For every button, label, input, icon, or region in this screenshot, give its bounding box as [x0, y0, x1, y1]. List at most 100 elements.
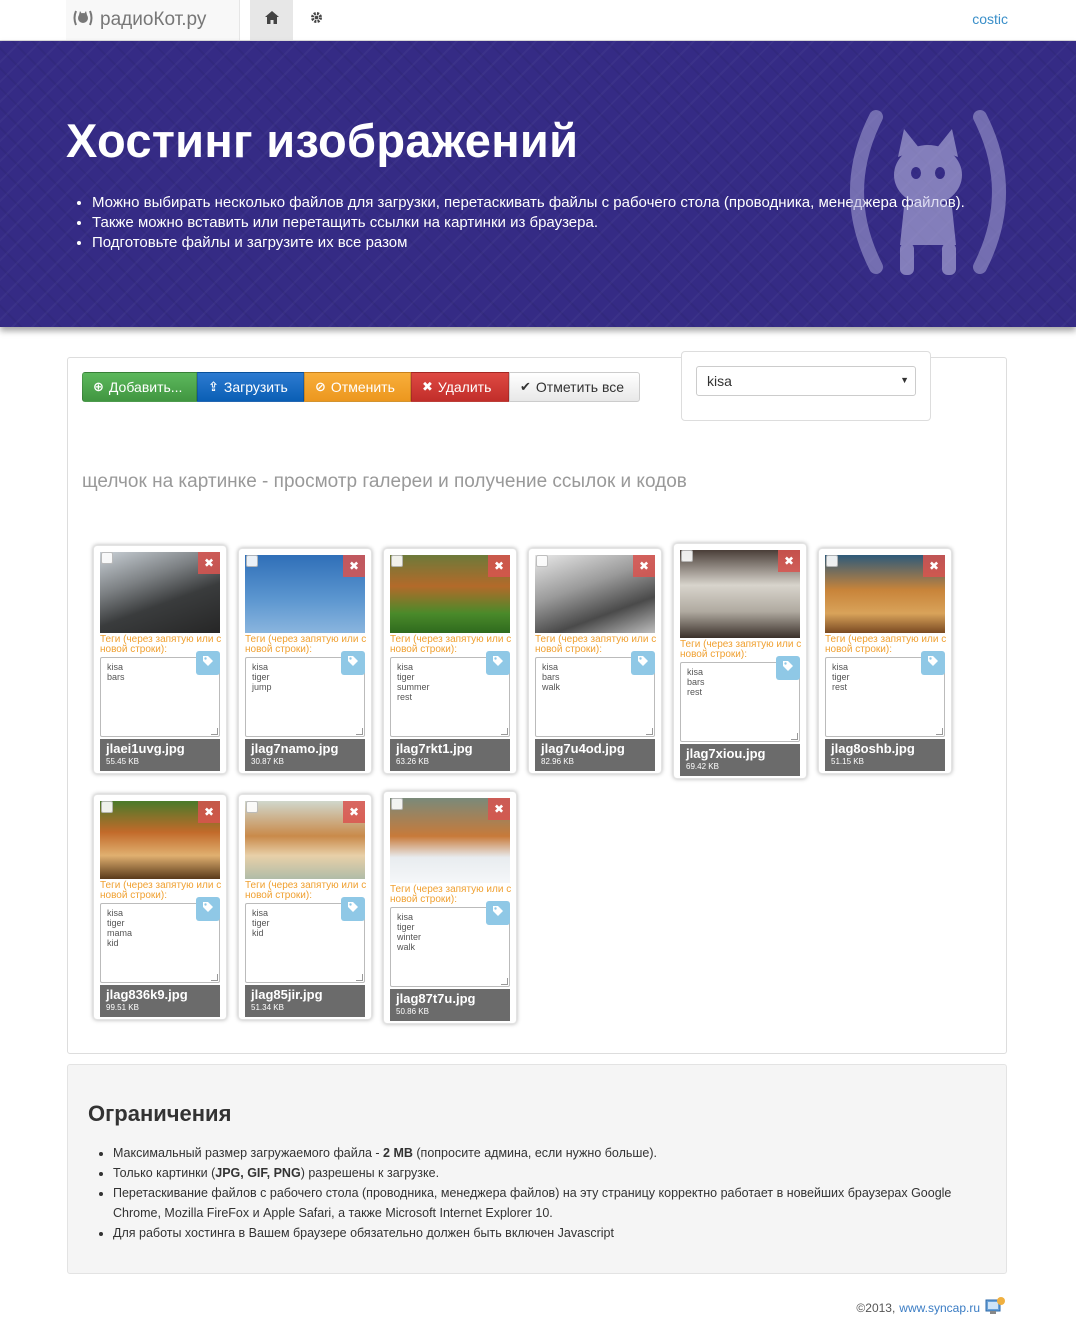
tag-icon [637, 654, 649, 672]
cancel-button[interactable]: ⊘ Отменить [304, 372, 411, 402]
user-link[interactable]: costic [972, 11, 1008, 27]
remove-image-button[interactable]: ✖ [343, 801, 365, 823]
select-checkbox[interactable] [246, 801, 258, 813]
file-name: jlaei1uvg.jpg [106, 741, 185, 756]
select-checkbox[interactable] [681, 550, 693, 562]
gallery-hint: щелчок на картинке - просмотр галереи и … [82, 471, 687, 492]
apply-tags-button[interactable] [341, 651, 365, 675]
limit-text: Максимальный размер загружаемого файла - [113, 1146, 384, 1160]
close-icon: ✖ [422, 379, 433, 394]
apply-tags-button[interactable] [196, 897, 220, 921]
file-info: jlag7xiou.jpg 69.42 KB [680, 744, 800, 776]
file-name: jlag7rkt1.jpg [396, 741, 473, 756]
file-size: 50.86 KB [396, 1007, 429, 1016]
album-select[interactable]: kisa ▼ [696, 366, 916, 396]
image-card: ✖ Теги (через запятую или с новой строки… [93, 545, 227, 774]
hero-feature-item: Можно выбирать несколько файлов для загр… [92, 193, 965, 213]
limit-text: Перетаскивание файлов с рабочего стола (… [113, 1186, 952, 1220]
file-name: jlag7u4od.jpg [541, 741, 625, 756]
remove-image-button[interactable]: ✖ [778, 550, 800, 572]
upload-icon: ⇪ [208, 379, 219, 394]
apply-tags-button[interactable] [776, 656, 800, 680]
image-card: ✖ Теги (через запятую или с новой строки… [818, 548, 952, 774]
footer-copyright: ©2013, [856, 1300, 896, 1315]
apply-tags-button[interactable] [196, 651, 220, 675]
upload-button[interactable]: ⇪ Загрузить [197, 372, 304, 402]
page-title: Хостинг изображений [66, 114, 579, 167]
check-icon: ✔ [520, 379, 531, 394]
remove-image-button[interactable]: ✖ [343, 555, 365, 577]
file-info: jlag7namo.jpg 30.87 KB [245, 739, 365, 771]
limits-panel: Ограничения Максимальный размер загружае… [67, 1064, 1007, 1274]
remove-image-button[interactable]: ✖ [488, 555, 510, 577]
file-name: jlag85jir.jpg [251, 987, 323, 1002]
syncap-logo-icon [984, 1296, 1006, 1319]
limit-highlight: 2 MB [383, 1146, 413, 1160]
upload-label: Загрузить [223, 379, 288, 395]
top-navbar: радиоКот.ру costic [0, 0, 1076, 41]
home-button[interactable] [250, 0, 293, 40]
tag-icon [492, 904, 504, 922]
image-card: ✖ Теги (через запятую или с новой строки… [383, 791, 517, 1024]
remove-image-button[interactable]: ✖ [198, 801, 220, 823]
remove-image-button[interactable]: ✖ [923, 555, 945, 577]
apply-tags-button[interactable] [486, 901, 510, 925]
hero-feature-item: Также можно вставить или перетащить ссыл… [92, 213, 965, 233]
limit-item: Только картинки (JPG, GIF, PNG) разрешен… [113, 1163, 971, 1183]
file-info: jlag836k9.jpg 99.51 KB [100, 985, 220, 1017]
select-checkbox[interactable] [826, 555, 838, 567]
close-icon: ✖ [203, 805, 215, 819]
close-icon: ✖ [928, 559, 940, 573]
limit-item: Максимальный размер загружаемого файла -… [113, 1143, 971, 1163]
image-card: ✖ Теги (через запятую или с новой строки… [673, 543, 807, 779]
file-size: 82.96 KB [541, 757, 574, 766]
file-name: jlag836k9.jpg [106, 987, 188, 1002]
file-info: jlaei1uvg.jpg 55.45 KB [100, 739, 220, 771]
footer-link[interactable]: www.syncap.ru [899, 1301, 980, 1315]
close-icon: ✖ [493, 802, 505, 816]
radiocat-logo-icon [848, 107, 1008, 302]
file-size: 63.26 KB [396, 757, 429, 766]
close-icon: ✖ [348, 805, 360, 819]
file-name: jlag7namo.jpg [251, 741, 339, 756]
settings-button[interactable] [296, 0, 336, 40]
file-size: 30.87 KB [251, 757, 284, 766]
select-checkbox[interactable] [536, 555, 548, 567]
footer: ©2013, www.syncap.ru [856, 1296, 1006, 1319]
file-size: 69.42 KB [686, 762, 719, 771]
file-info: jlag7u4od.jpg 82.96 KB [535, 739, 655, 771]
file-name: jlag7xiou.jpg [686, 746, 766, 761]
select-checkbox[interactable] [246, 555, 258, 567]
limit-text: Только картинки ( [113, 1166, 216, 1180]
select-checkbox[interactable] [101, 801, 113, 813]
apply-tags-button[interactable] [921, 651, 945, 675]
tag-icon [347, 654, 359, 672]
remove-image-button[interactable]: ✖ [488, 798, 510, 820]
remove-image-button[interactable]: ✖ [198, 552, 220, 574]
select-checkbox[interactable] [101, 552, 113, 564]
select-checkbox[interactable] [391, 555, 403, 567]
remove-image-button[interactable]: ✖ [633, 555, 655, 577]
tag-icon [927, 654, 939, 672]
hero-feature-list: Можно выбирать несколько файлов для загр… [70, 193, 965, 253]
check-all-button[interactable]: ✔ Отметить все [509, 372, 640, 402]
tag-icon [202, 654, 214, 672]
album-selected-value: kisa [707, 373, 732, 389]
delete-button[interactable]: ✖ Удалить [411, 372, 509, 402]
hero-banner: Хостинг изображений Можно выбирать неско… [0, 41, 1076, 327]
apply-tags-button[interactable] [631, 651, 655, 675]
select-checkbox[interactable] [391, 798, 403, 810]
file-size: 99.51 KB [106, 1003, 139, 1012]
home-icon [264, 11, 279, 29]
cat-logo-icon [72, 8, 94, 33]
limit-highlight: JPG, GIF, PNG [215, 1166, 301, 1180]
limits-title: Ограничения [88, 1101, 232, 1126]
file-info: jlag7rkt1.jpg 63.26 KB [390, 739, 510, 771]
image-card: ✖ Теги (через запятую или с новой строки… [383, 548, 517, 774]
limit-text: ) разрешены к загрузке. [300, 1166, 440, 1180]
dropdown-arrow-icon: ▼ [900, 375, 909, 385]
add-files-button[interactable]: ⊕ Добавить... [82, 372, 197, 402]
apply-tags-button[interactable] [341, 897, 365, 921]
brand-link[interactable]: радиоКот.ру [66, 0, 240, 40]
apply-tags-button[interactable] [486, 651, 510, 675]
